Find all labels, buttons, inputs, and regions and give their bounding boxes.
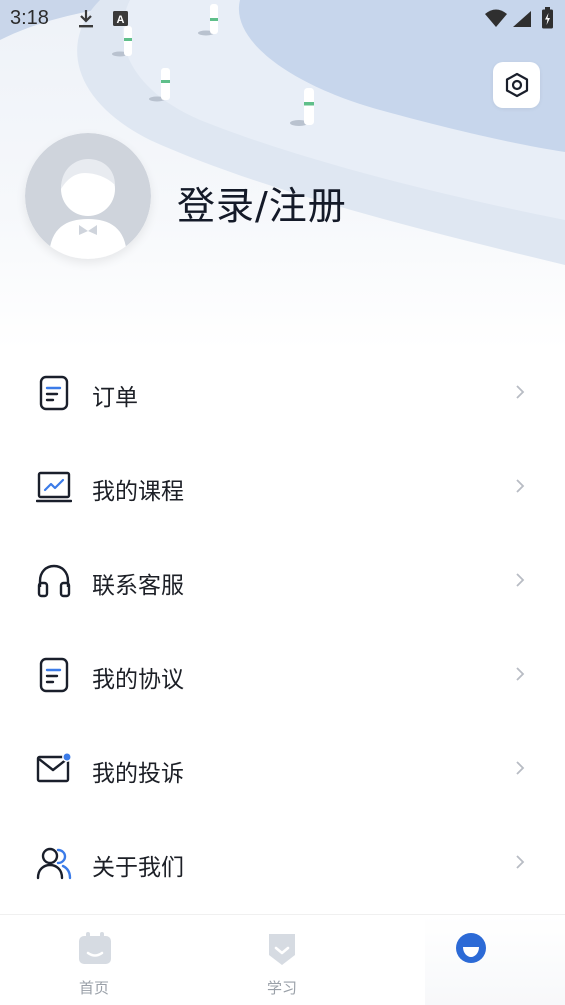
login-register-link[interactable]: 登录/注册	[177, 175, 347, 230]
svg-text:A: A	[117, 14, 125, 26]
bottom-tab-bar: 首页 学习	[0, 914, 565, 1005]
keyboard-a-icon: A	[113, 11, 128, 26]
shield-study-icon	[269, 934, 295, 965]
menu-item-about-us[interactable]: 关于我们	[0, 817, 565, 911]
menu-item-label: 关于我们	[92, 855, 184, 881]
menu-item-label: 我的投诉	[92, 761, 184, 787]
calendar-home-icon	[79, 932, 111, 964]
mail-notification-icon	[36, 752, 72, 783]
chart-monitor-icon	[36, 471, 72, 503]
headset-icon	[37, 564, 71, 598]
tab-profile[interactable]	[377, 915, 565, 1005]
download-icon	[79, 10, 93, 28]
menu-item-my-complaints[interactable]: 我的投诉	[0, 723, 565, 817]
tab-home[interactable]: 首页	[0, 915, 188, 1005]
menu-item-my-agreements[interactable]: 我的协议	[0, 629, 565, 723]
profile-header: 3:18 A 登录/注册	[0, 0, 565, 350]
battery-charging-icon	[542, 7, 553, 29]
chevron-right-icon	[516, 479, 525, 493]
menu-item-label: 我的协议	[92, 667, 184, 693]
document-icon	[39, 375, 69, 411]
menu-list: 订单 我的课程 联系客服 我的协议 我的投诉 关于我们	[0, 347, 565, 911]
settings-button[interactable]	[493, 62, 540, 108]
default-avatar-icon	[25, 133, 151, 259]
chevron-right-icon	[516, 573, 525, 587]
menu-item-customer-service[interactable]: 联系客服	[0, 535, 565, 629]
chevron-right-icon	[516, 385, 525, 399]
wifi-icon	[485, 9, 507, 27]
status-bar: 3:18 A	[0, 0, 565, 36]
chevron-right-icon	[516, 667, 525, 681]
status-time: 3:18	[10, 7, 49, 29]
profile-face-icon	[456, 933, 486, 963]
avatar[interactable]	[25, 133, 151, 259]
menu-item-my-courses[interactable]: 我的课程	[0, 441, 565, 535]
tab-study[interactable]: 学习	[188, 915, 376, 1005]
menu-item-label: 订单	[92, 385, 138, 411]
document-icon	[39, 657, 69, 693]
tab-label: 首页	[78, 979, 109, 997]
chevron-right-icon	[516, 761, 525, 775]
users-icon	[36, 847, 72, 880]
menu-item-label: 我的课程	[92, 479, 184, 505]
tab-label: 学习	[266, 979, 297, 997]
menu-item-orders[interactable]: 订单	[0, 347, 565, 441]
hexagon-settings-icon	[505, 72, 528, 98]
signal-icon	[513, 11, 531, 27]
menu-item-label: 联系客服	[92, 573, 184, 599]
chevron-right-icon	[516, 855, 525, 869]
